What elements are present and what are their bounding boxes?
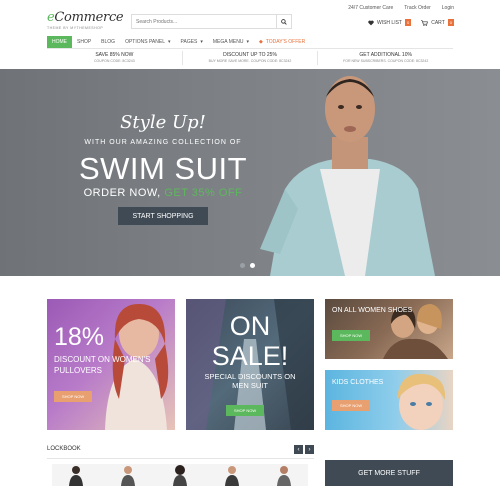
nav-shop[interactable]: SHOP — [72, 36, 96, 48]
card-suit-desc-2: MEN SUIT — [232, 381, 268, 390]
chevron-down-icon: ▾ — [200, 39, 203, 45]
shop-now-button[interactable]: SHOP NOW — [332, 400, 371, 411]
promo-card-kids-clothes[interactable]: KIDS CLOTHES SHOP NOW — [325, 370, 453, 430]
nav-options-panel[interactable]: OPTIONS PANEL ▾ — [120, 36, 175, 48]
nav-home-label: HOME — [52, 39, 67, 45]
cart-button[interactable]: CART 0 — [421, 19, 454, 26]
promo-card-pullovers[interactable]: 18% DISCOUNT ON WOMEN'S PULLOVERS SHOP N… — [47, 299, 175, 430]
search-icon — [281, 18, 287, 25]
shop-now-button[interactable]: SHOP NOW — [226, 405, 265, 416]
woman-image — [105, 304, 169, 430]
logo-tagline: THEME BY MYTHEMESHOP — [47, 26, 104, 30]
tag-icon: ◆ — [258, 39, 263, 45]
kid-image — [397, 373, 446, 430]
chevron-down-icon: ▾ — [246, 39, 249, 45]
model-image — [173, 465, 187, 486]
lockbook-item[interactable] — [260, 464, 308, 486]
header-actions: WISH LIST 0 CART 0 — [368, 19, 454, 26]
promo-cell: GET ADDITIONAL 10% FOR NEW SUBSCRIBERS. … — [318, 51, 453, 65]
logo[interactable]: eCommerce THEME BY MYTHEMESHOP — [47, 10, 124, 30]
lockbook-item[interactable] — [104, 464, 152, 486]
card-suit-desc: SPECIAL DISCOUNTS ON MEN SUIT — [186, 372, 314, 390]
model-image — [225, 466, 239, 486]
promo-card-women-shoes[interactable]: ON ALL WOMEN SHOES SHOP NOW — [325, 299, 453, 359]
promo-title: GET ADDITIONAL 10% — [359, 52, 412, 58]
slider-dots — [240, 263, 255, 268]
card-discount-text-2: PULLOVERS — [54, 366, 103, 375]
nav-options-label: OPTIONS PANEL — [125, 39, 165, 45]
search-input[interactable] — [132, 15, 276, 28]
search-bar — [131, 14, 292, 29]
search-button[interactable] — [276, 15, 291, 28]
card-on-text: ON — [229, 311, 271, 341]
promo-cell: DISCOUNT UP TO 25% BUY MORE SAVE MORE. C… — [183, 51, 319, 65]
shop-now-button[interactable]: SHOP NOW — [332, 330, 371, 341]
track-order-link[interactable]: Track Order — [404, 5, 430, 11]
hero-heading: Style Up! — [120, 112, 206, 133]
card-kids-title: KIDS CLOTHES — [332, 379, 384, 386]
logo-text: Commerce — [54, 10, 124, 25]
promo-card-men-suit[interactable]: ON SALE! SPECIAL DISCOUNTS ON MEN SUIT S… — [186, 299, 314, 430]
hero-order-prefix: ORDER NOW, — [83, 187, 161, 199]
nav-pages-label: PAGES — [180, 39, 198, 45]
prev-arrow-button[interactable]: ‹ — [294, 445, 303, 454]
lockbook-arrows: ‹ › — [294, 445, 314, 454]
nav-offer-label: TODAY'S OFFER — [265, 39, 306, 45]
hero-subheading: WITH OUR AMAZING COLLECTION OF — [84, 139, 242, 146]
cart-label: CART — [431, 19, 445, 26]
top-links: 24/7 Customer Care Track Order Login — [348, 5, 454, 11]
lockbook-item[interactable] — [52, 464, 100, 486]
promo-title: DISCOUNT UP TO 25% — [223, 52, 277, 58]
nav-blog-label: BLOG — [101, 39, 116, 45]
hero-order-highlight: GET 35% OFF — [164, 187, 243, 199]
card-discount-percent: 18% — [54, 323, 105, 351]
model-image — [69, 466, 83, 486]
nav-home[interactable]: HOME — [47, 36, 72, 48]
nav-pages[interactable]: PAGES ▾ — [176, 36, 208, 48]
nav-shop-label: SHOP — [77, 39, 92, 45]
promo-sub: BUY MORE SAVE MORE. COUPON CODE: 8C3242 — [208, 59, 292, 63]
card-shoes-title: ON ALL WOMEN SHOES — [332, 307, 413, 314]
promo-title: SAVE 85% NOW — [95, 52, 134, 58]
model-image — [121, 466, 135, 486]
hero-title: SWIM SUIT — [78, 151, 248, 186]
chevron-down-icon: ▾ — [168, 39, 171, 45]
model-image — [277, 466, 291, 486]
nav-todays-offer[interactable]: ◆ TODAY'S OFFER — [254, 36, 310, 48]
nav-mega-label: MEGA MENU — [212, 39, 244, 45]
promo-strip: SAVE 85% NOW COUPON CODE: 8C3243 DISCOUN… — [47, 51, 453, 65]
cart-count-badge: 0 — [447, 19, 454, 26]
lockbook-item[interactable] — [208, 464, 256, 486]
customer-care-link[interactable]: 24/7 Customer Care — [348, 5, 393, 11]
nav-blog[interactable]: BLOG — [96, 36, 120, 48]
wishlist-count-badge: 0 — [405, 19, 412, 26]
shop-now-button[interactable]: SHOP NOW — [54, 391, 93, 402]
start-shopping-button[interactable]: START SHOPPING — [118, 207, 208, 225]
slider-dot-active[interactable] — [250, 263, 255, 268]
wishlist-label: WISH LIST — [376, 19, 402, 26]
login-link[interactable]: Login — [442, 5, 454, 11]
get-more-stuff-box[interactable]: GET MORE STUFF — [325, 460, 453, 486]
slider-dot[interactable] — [240, 263, 245, 268]
heart-icon — [368, 20, 374, 25]
hero-order-line: ORDER NOW, GET 35% OFF — [0, 187, 326, 199]
main-nav: HOME SHOP BLOG OPTIONS PANEL ▾ PAGES ▾ MEG… — [47, 36, 453, 49]
nav-mega-menu[interactable]: MEGA MENU ▾ — [208, 36, 254, 48]
hero-slider: Style Up! WITH OUR AMAZING COLLECTION OF… — [0, 69, 500, 276]
cart-icon — [421, 19, 429, 26]
card-suit-desc-1: SPECIAL DISCOUNTS ON — [204, 372, 296, 381]
lockbook-item[interactable] — [156, 464, 204, 486]
promo-sub: COUPON CODE: 8C3243 — [94, 59, 135, 63]
lockbook-divider — [47, 458, 314, 459]
lockbook-heading: LOCKBOOK — [47, 446, 81, 452]
next-arrow-button[interactable]: › — [305, 445, 314, 454]
card-sale-text: SALE! — [211, 341, 289, 371]
promo-sub: FOR NEW SUBSCRIBERS. COUPON CODE: 8C3242 — [343, 59, 429, 63]
promo-cell: SAVE 85% NOW COUPON CODE: 8C3243 — [47, 51, 183, 65]
lockbook-carousel — [52, 464, 308, 486]
card-discount-text: DISCOUNT ON WOMEN'S — [54, 355, 151, 364]
wishlist-button[interactable]: WISH LIST 0 — [368, 19, 412, 26]
